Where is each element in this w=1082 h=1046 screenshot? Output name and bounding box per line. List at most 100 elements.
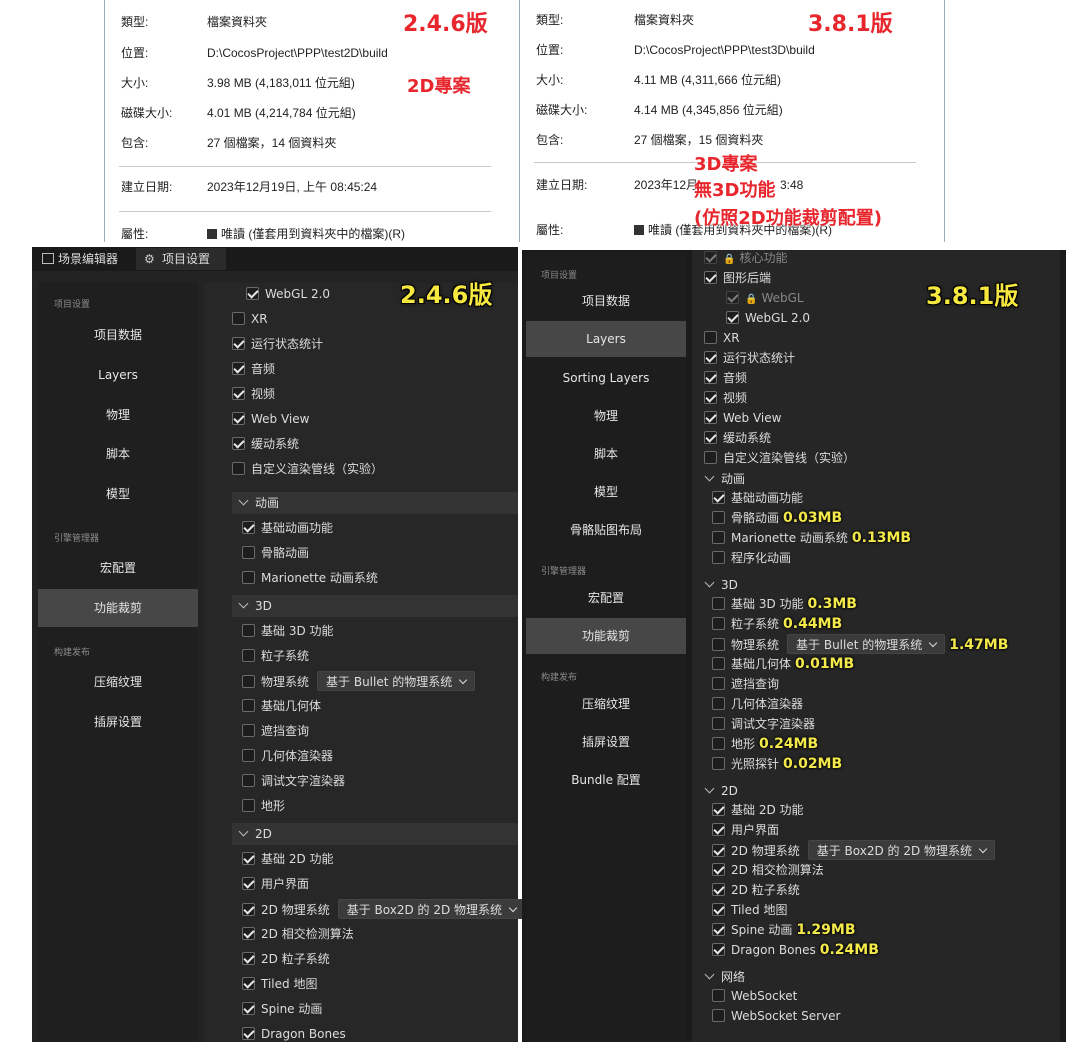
feature-label: 粒子系统 [261, 649, 310, 663]
group-header[interactable]: 3D [232, 595, 518, 617]
nav-physics[interactable]: 物理 [38, 396, 198, 434]
feature-checkbox[interactable] [242, 699, 255, 712]
nav-sorting-layers[interactable]: Sorting Layers [526, 359, 686, 397]
feature-checkbox[interactable] [712, 657, 725, 670]
feature-checkbox[interactable] [712, 597, 725, 610]
feature-checkbox[interactable] [712, 511, 725, 524]
nav-macro-config[interactable]: 宏配置 [526, 579, 686, 617]
nav-feature-cropping[interactable]: 功能裁剪 [38, 589, 198, 627]
feature-checkbox[interactable] [712, 757, 725, 770]
feature-checkbox[interactable] [232, 387, 245, 400]
nav-macro-config[interactable]: 宏配置 [38, 549, 198, 587]
feature-checkbox[interactable] [704, 391, 717, 404]
feature-checkbox[interactable] [712, 989, 725, 1002]
feature-checkbox[interactable] [726, 291, 739, 304]
feature-checkbox[interactable] [704, 251, 717, 264]
physics-backend-select[interactable]: 基于 Bullet 的物理系统 [787, 634, 946, 654]
feature-checkbox[interactable] [242, 624, 255, 637]
feature-checkbox[interactable] [704, 451, 717, 464]
feature-checkbox[interactable] [704, 371, 717, 384]
feature-checkbox[interactable] [242, 571, 255, 584]
feature-checkbox[interactable] [726, 311, 739, 324]
feature-checkbox[interactable] [712, 1009, 725, 1022]
nav-bundle-config[interactable]: Bundle 配置 [526, 761, 686, 799]
feature-checkbox[interactable] [242, 877, 255, 890]
group-header[interactable]: 2D [698, 780, 1058, 802]
feature-checkbox[interactable] [232, 437, 245, 450]
nav-skeleton-texture-layout[interactable]: 骨骼贴图布局 [526, 511, 686, 549]
feature-checkbox[interactable] [712, 531, 725, 544]
nav-texture-compression[interactable]: 压缩纹理 [526, 685, 686, 723]
feature-checkbox[interactable] [712, 697, 725, 710]
group-header[interactable]: 网络 [698, 966, 1058, 988]
feature-checkbox[interactable] [246, 287, 259, 300]
nav-model[interactable]: 模型 [526, 473, 686, 511]
group-header[interactable]: 2D [232, 823, 518, 845]
feature-checkbox[interactable] [242, 521, 255, 534]
feature-checkbox[interactable] [242, 977, 255, 990]
feature-checkbox[interactable] [712, 638, 725, 651]
feature-checkbox[interactable] [232, 337, 245, 350]
feature-checkbox[interactable] [242, 649, 255, 662]
nav-project-data[interactable]: 项目数据 [38, 316, 198, 354]
physics-backend-select[interactable]: 基于 Box2D 的 2D 物理系统 [337, 899, 526, 919]
nav-project-data[interactable]: 项目数据 [526, 282, 686, 320]
group-header[interactable]: 动画 [232, 492, 518, 514]
feature-checkbox[interactable] [242, 1027, 255, 1040]
feature-checkbox[interactable] [232, 412, 245, 425]
feature-checkbox[interactable] [712, 903, 725, 916]
feature-checkbox[interactable] [242, 774, 255, 787]
nav-splash-settings[interactable]: 插屏设置 [38, 703, 198, 741]
nav-physics[interactable]: 物理 [526, 397, 686, 435]
feature-checkbox[interactable] [232, 462, 245, 475]
size-annotation: 0.13MB [851, 530, 912, 546]
nav-script[interactable]: 脚本 [38, 435, 198, 473]
feature-checkbox[interactable] [242, 724, 255, 737]
feature-checkbox[interactable] [712, 551, 725, 564]
nav-model[interactable]: 模型 [38, 475, 198, 513]
feature-checkbox[interactable] [242, 903, 255, 916]
feature-checkbox[interactable] [242, 675, 255, 688]
feature-label: 2D 粒子系统 [731, 883, 800, 897]
feature-checkbox[interactable] [242, 799, 255, 812]
feature-checkbox[interactable] [242, 952, 255, 965]
feature-checkbox[interactable] [712, 737, 725, 750]
readonly-checkbox[interactable]: 唯讀 (僅套用到資料夾中的檔案)(R) [207, 224, 405, 244]
feature-checkbox[interactable] [242, 749, 255, 762]
feature-checkbox[interactable] [712, 617, 725, 630]
feature-checkbox[interactable] [704, 271, 717, 284]
nav-script[interactable]: 脚本 [526, 435, 686, 473]
feature-checkbox[interactable] [704, 431, 717, 444]
feature-checkbox[interactable] [712, 883, 725, 896]
feature-checkbox[interactable] [712, 943, 725, 956]
nav-feature-cropping[interactable]: 功能裁剪 [526, 618, 686, 654]
feature-checkbox[interactable] [712, 823, 725, 836]
feature-checkbox[interactable] [712, 717, 725, 730]
feature-checkbox[interactable] [704, 411, 717, 424]
nav-layers[interactable]: Layers [38, 356, 198, 394]
physics-backend-select[interactable]: 基于 Box2D 的 2D 物理系统 [807, 840, 996, 860]
feature-checkbox[interactable] [712, 844, 725, 857]
feature-row: 缓动系统 [232, 434, 299, 454]
feature-checkbox[interactable] [242, 927, 255, 940]
feature-checkbox[interactable] [232, 362, 245, 375]
feature-checkbox[interactable] [242, 852, 255, 865]
tab-project-settings[interactable]: ⚙ 项目设置 [136, 248, 226, 270]
feature-checkbox[interactable] [704, 351, 717, 364]
nav-layers[interactable]: Layers [526, 321, 686, 357]
nav-texture-compression[interactable]: 压缩纹理 [38, 663, 198, 701]
feature-checkbox[interactable] [242, 546, 255, 559]
feature-checkbox[interactable] [712, 677, 725, 690]
feature-checkbox[interactable] [704, 331, 717, 344]
tab-scene-editor[interactable]: 场景编辑器 [36, 248, 136, 270]
physics-backend-select[interactable]: 基于 Bullet 的物理系统 [317, 671, 476, 691]
feature-checkbox[interactable] [232, 312, 245, 325]
feature-checkbox[interactable] [712, 491, 725, 504]
feature-checkbox[interactable] [712, 923, 725, 936]
group-header[interactable]: 动画 [698, 468, 1058, 490]
feature-checkbox[interactable] [712, 863, 725, 876]
nav-splash-settings[interactable]: 插屏设置 [526, 723, 686, 761]
feature-checkbox[interactable] [242, 1002, 255, 1015]
group-header[interactable]: 3D [698, 574, 1058, 596]
feature-checkbox[interactable] [712, 803, 725, 816]
